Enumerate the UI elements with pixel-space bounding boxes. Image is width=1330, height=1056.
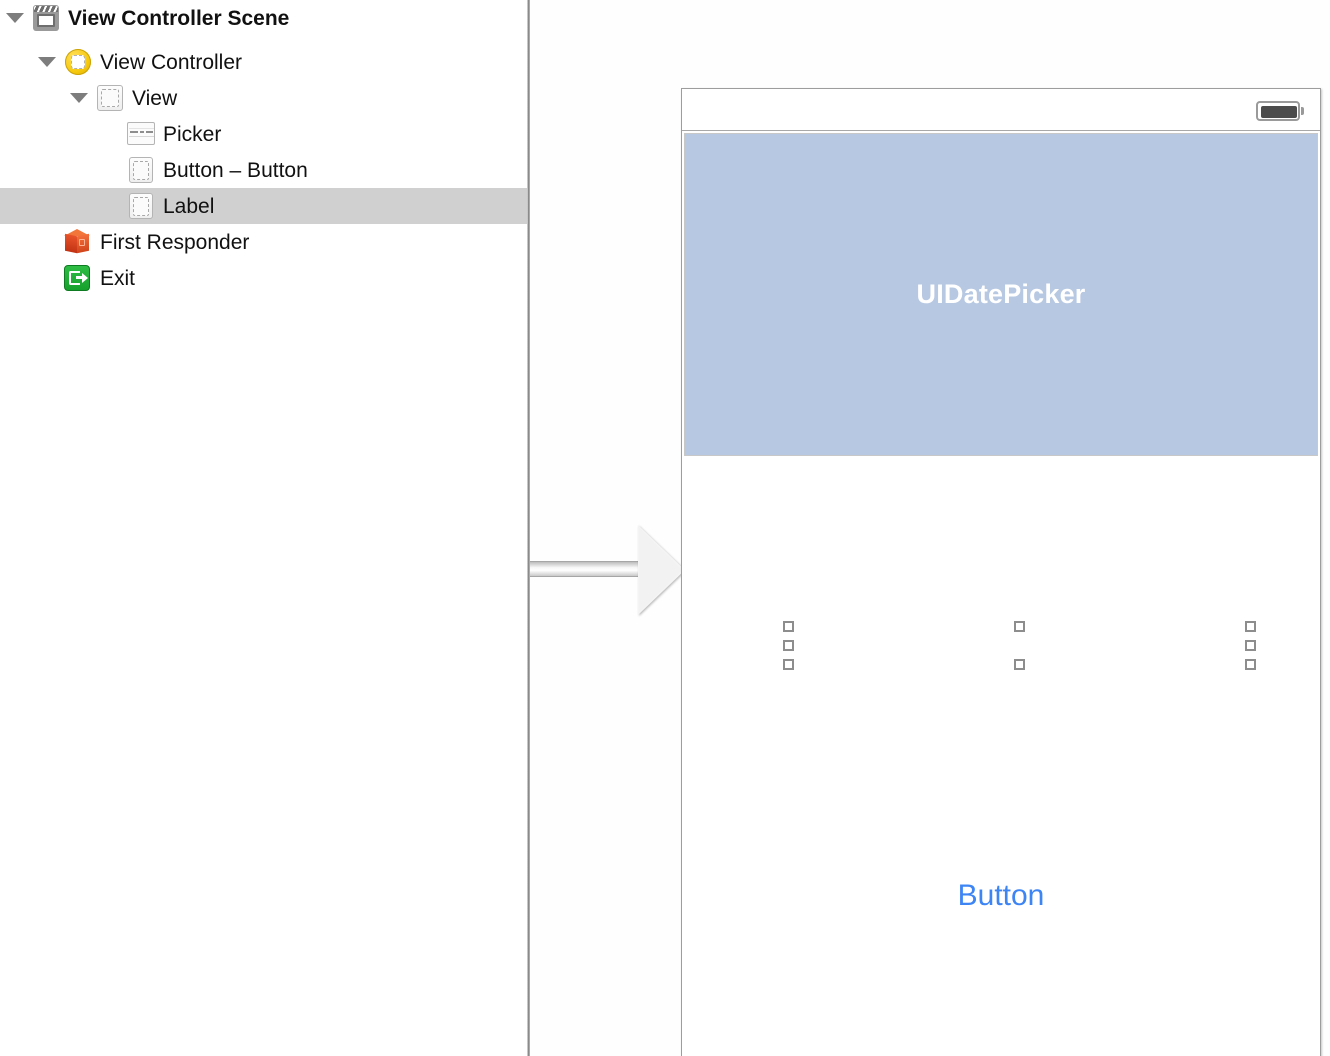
disclosure-triangle-expanded-icon[interactable] — [38, 57, 56, 67]
selection-handle-bottom-center[interactable] — [1014, 659, 1025, 670]
status-bar — [682, 89, 1320, 131]
outline-row-label: Label — [163, 194, 215, 218]
date-picker[interactable]: UIDatePicker — [684, 133, 1318, 456]
outline-row-first-responder[interactable]: First Responder — [0, 224, 527, 260]
exit-icon — [64, 265, 90, 291]
outline-row-button[interactable]: Button – Button — [0, 152, 527, 188]
picker-icon — [127, 122, 155, 148]
first-responder-cube-icon — [64, 229, 90, 255]
storyboard-canvas[interactable]: UIDatePicker Button — [530, 0, 1330, 1056]
selection-handle-middle-right[interactable] — [1245, 640, 1256, 651]
outline-row-picker[interactable]: Picker — [0, 116, 527, 152]
view-controller-scene-device[interactable]: UIDatePicker Button — [681, 88, 1321, 1056]
outline-row-label: Picker — [163, 122, 222, 146]
outline-row-label: Exit — [100, 266, 136, 290]
selection-handle-bottom-right[interactable] — [1245, 659, 1256, 670]
date-picker-label: UIDatePicker — [916, 279, 1086, 309]
interface-builder-screen: View Controller Scene View Controller Vi… — [0, 0, 1330, 1056]
disclosure-triangle-expanded-icon[interactable] — [70, 93, 88, 103]
outline-row-label-selected[interactable]: Label — [0, 188, 527, 224]
outline-row-view[interactable]: View — [0, 80, 527, 116]
button-icon — [129, 157, 155, 183]
canvas-button[interactable]: Button — [682, 879, 1320, 913]
outline-row-label: First Responder — [100, 230, 250, 254]
label-icon — [129, 193, 155, 219]
outline-row-view-controller-scene[interactable]: View Controller Scene — [0, 0, 527, 36]
view-controller-icon — [65, 49, 91, 75]
initial-view-controller-arrow-icon[interactable] — [530, 525, 690, 615]
disclosure-triangle-expanded-icon[interactable] — [6, 13, 24, 23]
outline-row-view-controller[interactable]: View Controller — [0, 44, 527, 80]
document-outline-panel[interactable]: View Controller Scene View Controller Vi… — [0, 0, 527, 1056]
outline-row-label: Button – Button — [163, 158, 308, 182]
scene-clapperboard-icon — [33, 5, 59, 31]
outline-row-exit[interactable]: Exit — [0, 260, 527, 296]
selection-handle-middle-left[interactable] — [783, 640, 794, 651]
selection-handle-top-left[interactable] — [783, 621, 794, 632]
selection-handle-top-center[interactable] — [1014, 621, 1025, 632]
outline-row-label: View Controller — [100, 50, 243, 74]
outline-row-label: View — [132, 86, 178, 110]
view-icon — [97, 85, 123, 111]
selection-handle-bottom-left[interactable] — [783, 659, 794, 670]
selection-handle-top-right[interactable] — [1245, 621, 1256, 632]
battery-icon — [1256, 101, 1304, 121]
outline-row-label: View Controller Scene — [68, 6, 290, 30]
